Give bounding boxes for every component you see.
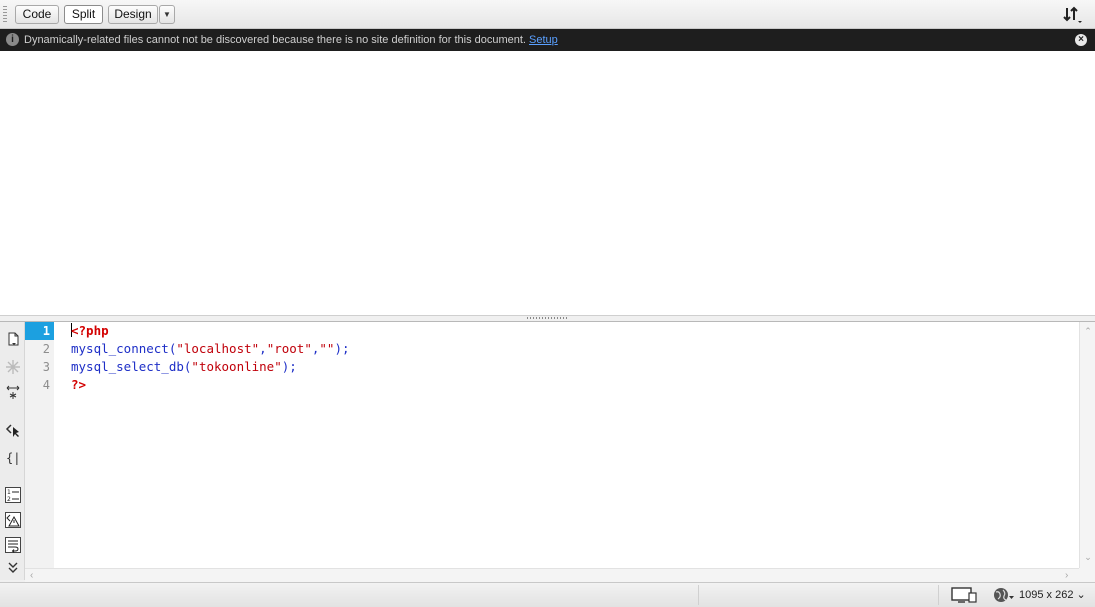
info-message-text: Dynamically-related files cannot not be … [24,34,526,46]
code-token: , [259,341,267,356]
line-number: 2 [42,342,50,356]
code-line[interactable]: mysql_select_db("tokoonline"); [54,358,1079,376]
scrollbar-corner [1079,568,1095,582]
code-editor[interactable]: <?php mysql_connect("localhost","root","… [54,322,1079,568]
svg-text:2: 2 [7,496,11,503]
line-number-gutter: 1 2 3 4 [25,322,54,568]
scroll-left-icon[interactable]: ‹ [30,569,33,582]
open-documents-icon[interactable] [5,331,21,347]
word-wrap-icon[interactable] [5,537,21,553]
sort-icon[interactable] [1063,6,1083,24]
info-icon: i [6,33,19,46]
balance-braces-icon[interactable]: {|} [5,449,21,465]
split-divider-grip[interactable] [527,317,567,319]
setup-link[interactable]: Setup [529,34,558,46]
document-toolbar: Code Split Design ▼ [0,0,1095,29]
code-token: "" [319,341,335,356]
code-token: mysql_select_db( [71,359,192,374]
design-view-pane[interactable] [0,51,1095,316]
status-divider [698,585,699,605]
code-token: "localhost" [176,341,260,356]
scroll-down-icon[interactable]: ⌄ [1083,552,1093,563]
code-token: mysql_connect( [71,341,177,356]
code-token: ); [334,341,350,356]
window-size-label: 1095 x 262 [1019,589,1074,601]
svg-text:1: 1 [7,489,11,496]
info-message: Dynamically-related files cannot not be … [24,29,558,51]
code-line[interactable]: <?php [54,322,1079,340]
status-bar: 1095 x 262 ⌄ [0,582,1095,607]
split-view-button[interactable]: Split [64,5,103,24]
more-tools-icon[interactable] [5,560,21,576]
select-parent-tag-icon[interactable] [5,422,21,438]
code-line[interactable]: mysql_connect("localhost","root",""); [54,340,1079,358]
info-bar: i Dynamically-related files cannot not b… [0,29,1095,51]
line-number: 4 [42,378,50,392]
svg-text:{|}: {|} [6,451,21,465]
expand-all-icon[interactable] [5,384,21,400]
scroll-up-icon[interactable]: ⌃ [1083,326,1093,337]
line-number: 3 [42,360,50,374]
code-token: ); [281,359,297,374]
code-token: "root" [266,341,312,356]
device-preview-icon[interactable] [951,587,977,603]
view-options-dropdown[interactable]: ▼ [159,5,175,24]
status-divider [938,585,939,605]
line-numbers-icon[interactable]: 1 2 [5,487,21,503]
code-token: "tokoonline" [191,359,282,374]
collapse-tag-icon [6,360,20,374]
design-view-button[interactable]: Design [108,5,158,24]
chevron-down-icon: ⌄ [1076,589,1086,601]
close-icon[interactable]: × [1075,34,1087,46]
line-number: 1 [25,322,54,340]
code-view-button[interactable]: Code [15,5,59,24]
toolbar-grip[interactable] [3,6,7,24]
code-token: ?> [71,377,87,392]
vertical-scrollbar[interactable]: ⌃ ⌄ [1079,322,1095,568]
code-token: <?php [71,323,109,338]
code-line[interactable]: ?> [54,376,1079,394]
highlight-invalid-code-icon[interactable] [5,512,21,528]
coding-toolbar: {|} 1 2 [0,322,25,580]
window-size-selector[interactable]: 1095 x 262 ⌄ [1019,583,1086,607]
horizontal-scrollbar[interactable]: ‹ › [25,568,1079,582]
scroll-right-icon[interactable]: › [1065,569,1068,582]
globe-icon[interactable] [993,587,1015,603]
